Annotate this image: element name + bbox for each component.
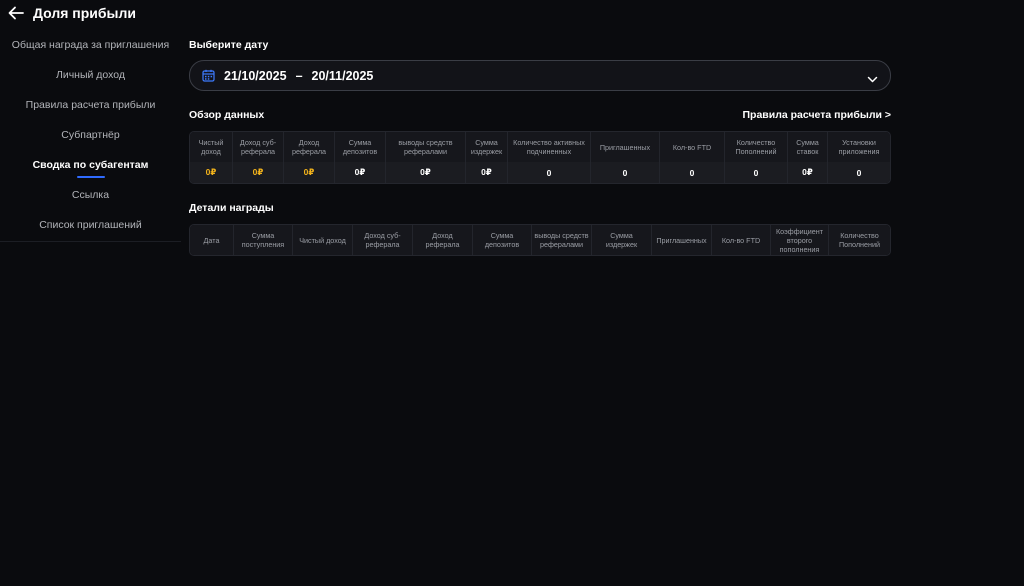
overview-col-header: Доход реферала	[284, 132, 335, 162]
details-col-header: Чистый доход	[293, 225, 353, 255]
overview-col-header: Приглашенных	[591, 132, 660, 162]
sidebar-item-invite-list[interactable]: Список приглашений	[0, 210, 181, 240]
overview-value-topups: 0	[725, 162, 788, 183]
sidebar-item-subpartner[interactable]: Субпартнёр	[0, 120, 181, 150]
date-range-picker[interactable]: 21/10/2025 – 20/11/2025	[189, 60, 891, 91]
sidebar: Общая награда за приглашения Личный дохо…	[0, 30, 181, 242]
overview-col-header: Чистый доход	[190, 132, 233, 162]
overview-value-app-installs: 0	[856, 167, 862, 178]
overview-value-ref-income: 0₽	[284, 162, 335, 183]
overview-table-row: 0₽ 0₽ 0₽ 0₽ 0₽ 0₽ 0 0 0 0 0₽ 0	[190, 162, 890, 183]
overview-table: Чистый доход Доход суб-реферала Доход ре…	[189, 131, 891, 184]
details-table-header: Дата Сумма поступления Чистый доход Дохо…	[190, 225, 890, 255]
page-header: Доля прибыли	[8, 4, 136, 22]
overview-value-withdrawals: 0₽	[386, 162, 466, 183]
overview-value-subref-income: 0₽	[233, 162, 284, 183]
overview-col-header: выводы средств рефералами	[386, 132, 466, 162]
date-separator: –	[295, 68, 303, 83]
sidebar-item-link[interactable]: Ссылка	[0, 180, 181, 210]
details-title: Детали награды	[189, 202, 274, 214]
overview-col-header: Установки приложения	[838, 138, 880, 156]
details-col-header: выводы средств рефералами	[532, 225, 592, 255]
sidebar-item-subagent-summary[interactable]: Сводка по субагентам	[0, 150, 181, 180]
details-col-header: Кол-во FTD	[712, 225, 771, 255]
overview-col-header: Сумма издержек	[466, 132, 508, 162]
overview-table-header: Чистый доход Доход суб-реферала Доход ре…	[190, 132, 890, 162]
calendar-icon	[202, 69, 215, 82]
details-col-header: Сумма поступления	[234, 225, 293, 255]
overview-value-net-income: 0₽	[190, 162, 233, 183]
overview-col-header: Доход суб-реферала	[233, 132, 284, 162]
details-col-header: Дата	[190, 225, 234, 255]
overview-value-deposits: 0₽	[335, 162, 386, 183]
overview-value-ftd: 0	[660, 162, 725, 183]
overview-value-active-subs: 0	[508, 162, 591, 183]
details-col-header: Приглашенных	[652, 225, 712, 255]
details-col-header: Коэффициент второго пополнения	[771, 225, 829, 255]
overview-value-costs: 0₽	[466, 162, 508, 183]
details-col-header: Сумма депозитов	[473, 225, 532, 255]
date-end: 20/11/2025	[311, 68, 374, 83]
overview-col-header: Количество активных подчиненных	[508, 132, 591, 162]
details-col-header: Количество Пополнений	[838, 231, 881, 249]
sidebar-item-personal-income[interactable]: Личный доход	[0, 60, 181, 90]
profit-rules-link[interactable]: Правила расчета прибыли >	[743, 109, 892, 121]
overview-col-header: Количество Пополнений	[725, 132, 788, 162]
overview-col-header: Кол-во FTD	[660, 132, 725, 162]
details-col-header: Доход реферала	[413, 225, 473, 255]
overview-value-bets: 0₽	[788, 162, 828, 183]
sidebar-item-total-invite-reward[interactable]: Общая награда за приглашения	[0, 30, 181, 60]
overview-value-invited: 0	[591, 162, 660, 183]
details-table: Дата Сумма поступления Чистый доход Дохо…	[189, 224, 891, 256]
page-title: Доля прибыли	[33, 5, 137, 21]
overview-title: Обзор данных	[189, 109, 265, 121]
date-start: 21/10/2025	[224, 68, 287, 83]
date-section-label: Выберите дату	[189, 39, 269, 51]
overview-col-header: Сумма ставок	[788, 132, 828, 162]
details-col-header: Сумма издержек	[592, 225, 652, 255]
sidebar-item-profit-rules[interactable]: Правила расчета прибыли	[0, 90, 181, 120]
details-col-header: Доход суб-реферала	[353, 225, 413, 255]
overview-col-header: Сумма депозитов	[335, 132, 386, 162]
back-arrow-icon[interactable]	[8, 6, 24, 20]
chevron-down-icon	[867, 71, 878, 83]
